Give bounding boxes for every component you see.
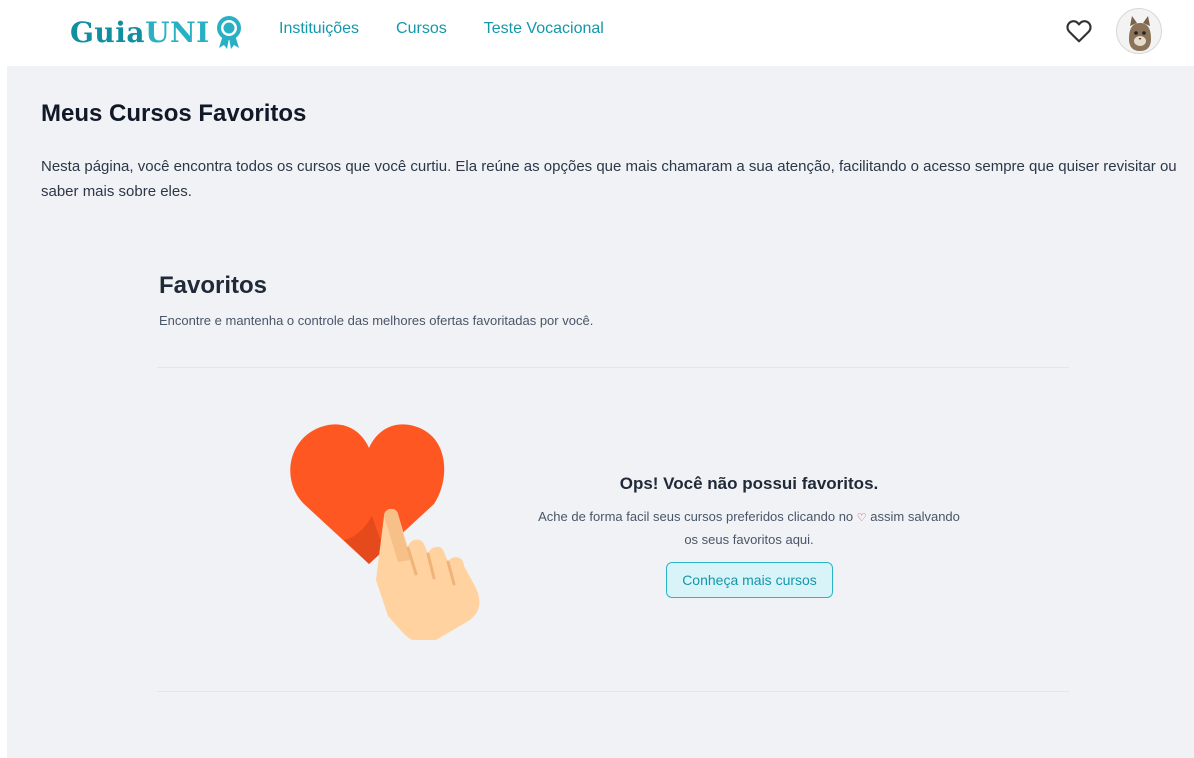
page-title: Meus Cursos Favoritos bbox=[41, 100, 307, 127]
award-badge-icon bbox=[216, 16, 241, 49]
top-navbar: GuiaUNI Instituições Cursos Teste Vocaci… bbox=[0, 0, 1194, 64]
empty-state-text: Ache de forma facil seus cursos preferid… bbox=[538, 509, 960, 547]
empty-state-title: Ops! Você não possui favoritos. bbox=[619, 474, 879, 493]
divider-bottom bbox=[157, 691, 1069, 692]
main-content: Meus Cursos Favoritos Nesta página, você… bbox=[7, 66, 1194, 758]
explore-courses-button[interactable]: Conheça mais cursos bbox=[666, 562, 833, 598]
page-description: Nesta página, você encontra todos os cur… bbox=[41, 158, 1177, 200]
logo[interactable]: GuiaUNI bbox=[70, 12, 244, 52]
divider-top bbox=[157, 367, 1069, 368]
cat-avatar-icon bbox=[1129, 16, 1151, 51]
heart-hand-illustration bbox=[290, 424, 480, 640]
small-heart-icon: ♡ bbox=[856, 512, 867, 524]
logo-text: GuiaUNI bbox=[70, 15, 210, 49]
user-avatar[interactable] bbox=[1116, 8, 1162, 54]
favorites-subtitle: Encontre e mantenha o controle das melho… bbox=[159, 313, 594, 328]
nav-link-cursos[interactable]: Cursos bbox=[396, 20, 447, 38]
favorites-heading: Favoritos bbox=[159, 272, 268, 299]
nav-link-teste-vocacional[interactable]: Teste Vocacional bbox=[484, 20, 604, 38]
nav-link-instituicoes[interactable]: Instituições bbox=[279, 20, 359, 38]
main-nav: Instituições Cursos Teste Vocacional bbox=[279, 20, 604, 38]
heart-outline-icon[interactable] bbox=[1066, 19, 1092, 43]
